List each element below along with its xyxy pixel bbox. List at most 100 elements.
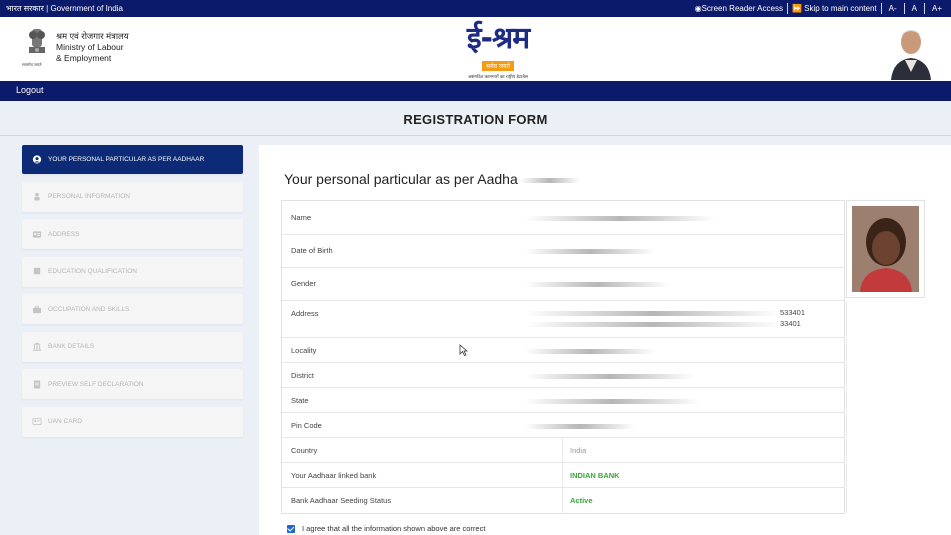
ministry-hindi: श्रम एवं रोजगार मंत्रालय [56, 31, 129, 41]
country-value: India [570, 446, 587, 455]
divider [786, 3, 788, 14]
ministry-line1: Ministry of Labour [56, 42, 124, 52]
cell-divider [846, 363, 847, 387]
seeding-status-badge: Active [570, 496, 593, 505]
cell-divider [846, 388, 847, 412]
cell-divider [846, 301, 847, 337]
sidebar-item-personal-information[interactable]: PERSONAL INFORMATION [22, 181, 243, 212]
cell-divider [846, 338, 847, 362]
sidebar-item-education[interactable]: EDUCATION QUALIFICATION [22, 256, 243, 287]
logo-subtitle: असंगठित कामगारों का राष्ट्रीय डेटाबेस [468, 74, 528, 79]
address-line1-pin: 533401 [780, 308, 806, 317]
sidebar-item-occupation[interactable]: OCCUPATION AND SKILLS [22, 294, 243, 324]
ministry-line2: & Employment [56, 53, 112, 63]
linked-bank-value: INDIAN BANK [570, 471, 620, 480]
nav-bar: Logout [0, 81, 951, 101]
sidebar-item-label: ADDRESS [48, 230, 80, 238]
briefcase-icon [32, 305, 42, 313]
row-label: Date of Birth [291, 246, 333, 255]
table-row: Country India [282, 438, 847, 463]
row-label: District [291, 371, 314, 380]
cell-divider [562, 488, 563, 513]
bank-icon [32, 342, 42, 351]
sidebar-item-bank-details[interactable]: BANK DETAILS [22, 331, 243, 362]
page-title: REGISTRATION FORM [403, 112, 548, 127]
redacted-text [519, 177, 580, 183]
row-label: Pin Code [291, 421, 322, 430]
sidebar-item-address[interactable]: ADDRESS [22, 219, 243, 249]
gov-topbar: भारत सरकार | Government of India ◉Screen… [0, 0, 951, 17]
logout-link[interactable]: Logout [16, 85, 44, 95]
skip-to-content-link[interactable]: ⏩ Skip to main content [792, 4, 877, 13]
divider [903, 3, 905, 14]
row-label: Name [291, 213, 312, 222]
table-row: Date of Birth [282, 235, 844, 268]
emblem-caption: सत्यमेव जयते [22, 62, 42, 67]
row-label: State [291, 396, 309, 405]
aadhaar-details-card: Your personal particular as per Aadha Na… [259, 145, 951, 535]
cell-divider [846, 463, 847, 487]
user-photo [852, 206, 919, 292]
card-title: Your personal particular as per Aadha [284, 171, 580, 187]
table-row: Your Aadhaar linked bank INDIAN BANK [282, 463, 847, 488]
cell-divider [562, 438, 563, 462]
table-row: Gender [282, 268, 844, 301]
table-row: District [282, 363, 847, 388]
sidebar-item-aadhaar-particulars[interactable]: YOUR PERSONAL PARTICULAR AS PER AADHAAR [22, 145, 243, 174]
agree-checkbox[interactable] [287, 524, 295, 533]
cell-divider [846, 488, 847, 513]
sidebar-item-label: PREVIEW SELF DECLARATION [48, 380, 144, 388]
cell-divider [846, 438, 847, 462]
redacted-value [525, 281, 670, 287]
table-row: Address 533401 33401 [282, 301, 847, 338]
person-icon [34, 192, 40, 201]
font-decrease-button[interactable]: A- [886, 4, 900, 13]
redacted-value [525, 310, 780, 316]
gov-label: भारत सरकार | Government of India [6, 4, 123, 13]
id-card-icon [32, 417, 42, 426]
sidebar-item-preview-declaration[interactable]: PREVIEW SELF DECLARATION [22, 369, 243, 399]
agree-label: I agree that all the information shown a… [302, 524, 486, 533]
accessibility-bar: ◉Screen Reader Access ⏩ Skip to main con… [695, 3, 945, 14]
row-label: Gender [291, 279, 317, 288]
table-row: Name [282, 201, 844, 235]
row-label: Locality [291, 346, 317, 355]
redacted-value [525, 373, 695, 379]
font-increase-button[interactable]: A+ [929, 4, 945, 13]
redacted-value [525, 398, 700, 404]
row-label: Address [291, 309, 319, 318]
logo-text: ई-श्रम [466, 21, 530, 56]
table-row: Bank Aadhaar Seeding Status Active [282, 488, 847, 513]
divider [923, 3, 925, 14]
sidebar-item-uan-card[interactable]: UAN CARD [22, 406, 243, 437]
address-line2-pin: 33401 [780, 319, 801, 328]
row-label: Bank Aadhaar Seeding Status [291, 496, 392, 505]
cell-divider [562, 463, 563, 487]
ministry-name: श्रम एवं रोजगार मंत्रालय Ministry of Lab… [56, 31, 129, 64]
divider [0, 135, 951, 136]
screen-reader-link[interactable]: ◉Screen Reader Access [695, 4, 783, 13]
redacted-value [525, 348, 655, 354]
font-normal-button[interactable]: A [909, 4, 920, 13]
redacted-value [525, 248, 655, 254]
site-header: सत्यमेव जयते श्रम एवं रोजगार मंत्रालय Mi… [0, 17, 951, 81]
document-icon [33, 379, 41, 389]
details-table: Name Date of Birth Gender Address 533401… [281, 200, 847, 514]
redacted-value [525, 423, 635, 429]
row-label: Country [291, 446, 318, 455]
sidebar-item-label: YOUR PERSONAL PARTICULAR AS PER AADHAAR [48, 156, 205, 163]
pm-portrait-image [885, 20, 937, 80]
address-card-icon [32, 230, 42, 238]
sidebar-item-label: BANK DETAILS [48, 343, 95, 350]
eshram-logo[interactable]: ई-श्रम श्रमेव जयते असंगठित कामगारों का र… [448, 21, 548, 80]
agree-declaration: I agree that all the information shown a… [287, 524, 485, 533]
table-row: State [282, 388, 847, 413]
national-emblem-icon [29, 29, 45, 53]
redacted-value [525, 215, 715, 221]
table-row: Pin Code [282, 413, 847, 438]
book-icon [33, 267, 41, 276]
row-label: Your Aadhaar linked bank [291, 471, 377, 480]
user-circle-icon [32, 155, 42, 164]
sidebar-item-label: UAN CARD [48, 418, 82, 425]
divider [880, 3, 882, 14]
